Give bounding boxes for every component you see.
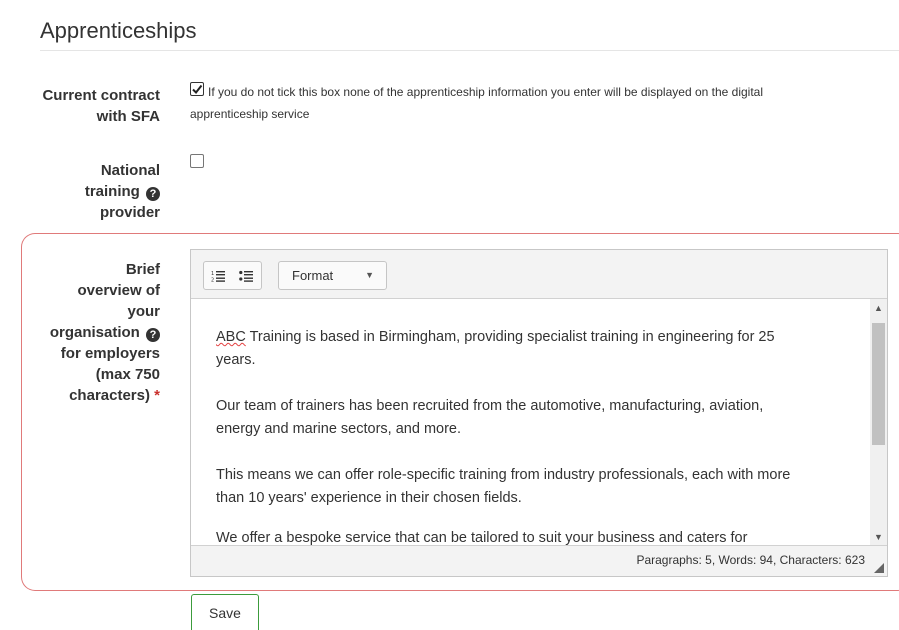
question-circle-icon[interactable]: ? bbox=[146, 328, 160, 342]
word-count-status: Paragraphs: 5, Words: 94, Characters: 62… bbox=[636, 553, 865, 567]
brief-overview-label: Brief overview of your organisation ? fo… bbox=[49, 261, 160, 404]
national-training-provider-checkbox[interactable] bbox=[190, 154, 204, 168]
national-training-provider-label: National training ? provider bbox=[84, 162, 160, 221]
editor-statusbar: Paragraphs: 5, Words: 94, Characters: 62… bbox=[191, 545, 887, 576]
section-title: Apprenticeships bbox=[40, 18, 197, 43]
list-button-group: 1 2 bbox=[203, 261, 262, 290]
question-circle-icon[interactable]: ? bbox=[146, 187, 160, 201]
paragraph: This means we can offer role-specific tr… bbox=[216, 467, 791, 506]
bullet-list-icon bbox=[239, 270, 253, 282]
editor-toolbar: 1 2 Format ▼ bbox=[191, 250, 887, 299]
save-button[interactable]: Save bbox=[191, 594, 259, 630]
ordered-list-icon: 1 2 bbox=[211, 270, 225, 282]
paragraph: We offer a bespoke service that can be t… bbox=[216, 530, 748, 545]
misspelled-word: ABC bbox=[216, 329, 246, 345]
scroll-down-arrow-icon[interactable]: ▼ bbox=[870, 528, 887, 545]
scrollbar-thumb[interactable] bbox=[872, 323, 885, 445]
svg-text:2: 2 bbox=[211, 277, 214, 282]
bullet-list-button[interactable] bbox=[232, 262, 260, 289]
ordered-list-button[interactable]: 1 2 bbox=[204, 262, 232, 289]
paragraph: Our team of trainers has been recruited … bbox=[216, 398, 764, 437]
rich-text-editor[interactable]: 1 2 Format ▼ ABC Training is based in Bi… bbox=[190, 249, 888, 577]
scroll-up-arrow-icon[interactable]: ▲ bbox=[870, 299, 887, 316]
current-contract-hint: If you do not tick this box none of the … bbox=[190, 85, 764, 121]
resize-handle-icon[interactable] bbox=[874, 563, 884, 573]
editor-content[interactable]: ABC Training is based in Birmingham, pro… bbox=[191, 299, 871, 545]
section-divider bbox=[40, 50, 899, 51]
paragraph: ABC Training is based in Birmingham, pro… bbox=[216, 329, 775, 368]
svg-text:1: 1 bbox=[211, 271, 214, 277]
caret-down-icon: ▼ bbox=[365, 270, 374, 280]
current-contract-label: Current contract with SFA bbox=[42, 87, 160, 125]
required-marker: * bbox=[154, 387, 160, 404]
format-dropdown[interactable]: Format ▼ bbox=[278, 261, 387, 290]
editor-scrollbar[interactable]: ▲ ▼ bbox=[870, 299, 887, 545]
